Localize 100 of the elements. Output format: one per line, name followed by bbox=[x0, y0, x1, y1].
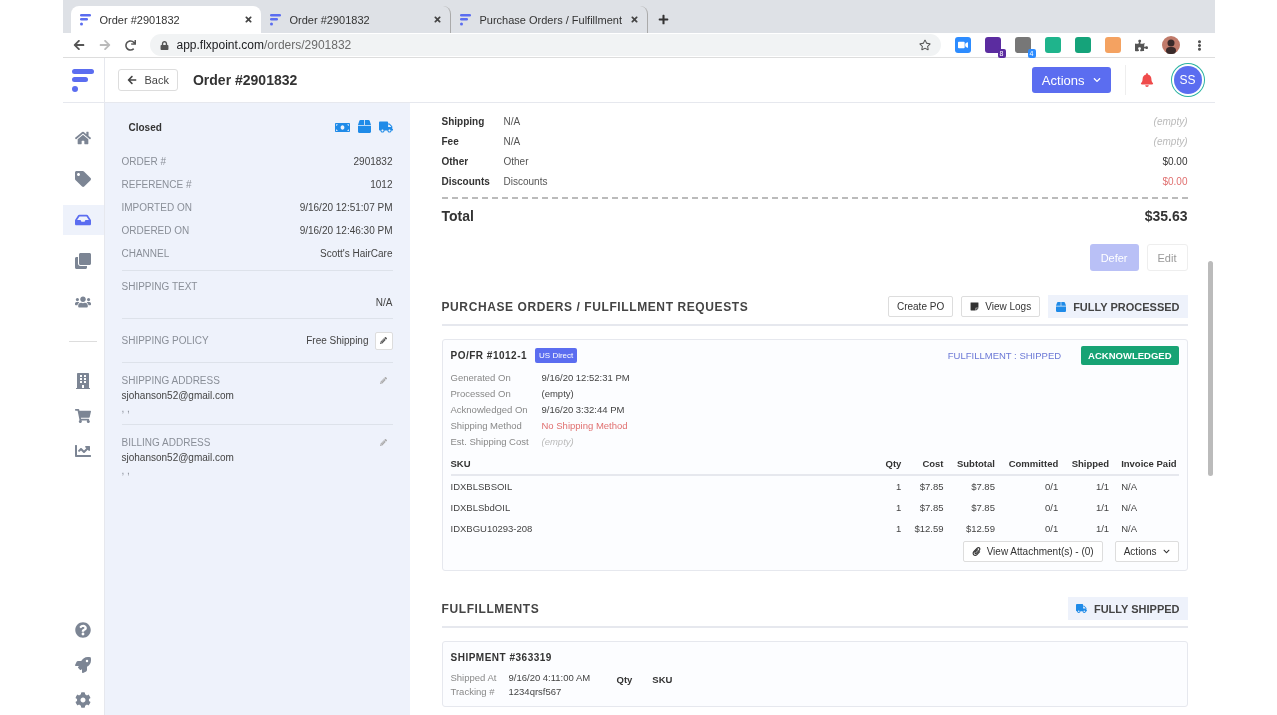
address-text: , , bbox=[121, 403, 130, 414]
table-cell: 1/1 bbox=[1058, 497, 1110, 518]
pencil-icon bbox=[380, 438, 387, 446]
copy-icon bbox=[75, 253, 91, 270]
card-title: SHIPMENT #363319 bbox=[450, 651, 552, 663]
users-icon bbox=[75, 294, 91, 311]
charge-label: Shipping bbox=[441, 115, 486, 127]
tab-logo-icon bbox=[458, 13, 472, 26]
column-header: Committed bbox=[994, 453, 1059, 475]
pencil-icon bbox=[380, 337, 387, 344]
table-cell: 1/1 bbox=[1058, 475, 1110, 497]
new-tab-icon[interactable] bbox=[657, 14, 669, 25]
close-icon[interactable] bbox=[629, 15, 639, 24]
charge-amount: $0.00 bbox=[1162, 175, 1188, 187]
field-label: IMPORTED ON bbox=[121, 202, 192, 213]
address-field[interactable]: app.flxpoint.com/orders/2901832 bbox=[149, 34, 941, 56]
table-cell: 0/1 bbox=[994, 475, 1059, 497]
field-value: 9/16/20 12:51:07 PM bbox=[299, 202, 393, 213]
table-cell: N/A bbox=[1109, 518, 1179, 539]
field-label: CHANNEL bbox=[121, 248, 170, 259]
section-title: FULFILLMENTS bbox=[441, 601, 541, 616]
field-label: REFERENCE # bbox=[121, 179, 192, 190]
view-logs-button[interactable]: View Logs bbox=[961, 296, 1041, 317]
truck-icon bbox=[378, 120, 393, 134]
extension-icon[interactable] bbox=[984, 37, 1001, 53]
tab-logo-icon bbox=[78, 13, 92, 26]
field-label: ORDERED ON bbox=[121, 225, 190, 236]
column-header: Qty bbox=[616, 674, 633, 687]
status-badge: ACKNOWLEDGED bbox=[1081, 345, 1179, 365]
charge-value: N/A bbox=[503, 115, 522, 127]
profile-avatar[interactable] bbox=[1161, 36, 1180, 54]
attachments-button[interactable]: View Attachment(s) - (0) bbox=[962, 541, 1103, 562]
detail-label: Shipped At bbox=[450, 671, 498, 683]
bell-icon[interactable] bbox=[1139, 73, 1154, 87]
column-header: Subtotal bbox=[943, 453, 995, 475]
detail-label: Shipping Method bbox=[450, 419, 523, 431]
charge-amount: (empty) bbox=[1153, 115, 1188, 127]
money-icon bbox=[334, 120, 350, 135]
table-cell: $7.85 bbox=[901, 475, 944, 497]
truck-icon bbox=[1075, 603, 1087, 614]
charge-amount: (empty) bbox=[1153, 135, 1188, 147]
detail-value: (empty) bbox=[541, 435, 574, 447]
video-icon[interactable] bbox=[954, 37, 971, 53]
star-icon[interactable] bbox=[918, 39, 931, 51]
detail-value: 9/16/20 12:52:31 PM bbox=[541, 371, 630, 383]
column-header: Shipped bbox=[1058, 453, 1110, 475]
chart-icon bbox=[75, 442, 91, 459]
table-cell: 1/1 bbox=[1058, 518, 1110, 539]
detail-value: (empty) bbox=[541, 387, 574, 399]
fulfillment-status: FULFILLMENT : SHIPPED bbox=[947, 349, 1062, 361]
back-button[interactable]: Back bbox=[117, 69, 178, 91]
close-icon[interactable] bbox=[243, 15, 253, 24]
charge-label: Fee bbox=[441, 135, 460, 147]
table-cell: $7.85 bbox=[901, 497, 944, 518]
field-value: Free Shipping bbox=[306, 335, 369, 346]
status-pill: FULLY PROCESSED bbox=[1048, 295, 1188, 318]
detail-value: 9/16/20 4:11:00 AM bbox=[508, 671, 591, 683]
logo-icon[interactable] bbox=[70, 67, 96, 93]
detail-label: Est. Shipping Cost bbox=[450, 435, 530, 447]
reload-icon[interactable] bbox=[124, 39, 136, 51]
cart-icon[interactable] bbox=[1104, 37, 1121, 53]
browser-tab[interactable]: Order #2901832 bbox=[70, 6, 261, 33]
detail-label: Generated On bbox=[450, 371, 512, 383]
help-icon bbox=[75, 622, 91, 639]
address-text: , , bbox=[121, 465, 130, 476]
actions-button[interactable]: Actions bbox=[1031, 67, 1111, 93]
chevron-down-icon bbox=[1092, 76, 1101, 84]
back-icon[interactable] bbox=[72, 39, 85, 51]
table-cell: $7.85 bbox=[943, 475, 995, 497]
create-po-button[interactable]: Create PO bbox=[887, 296, 954, 317]
lock-icon bbox=[159, 40, 169, 50]
field-value: 9/16/20 12:46:30 PM bbox=[299, 225, 393, 236]
cart-icon bbox=[75, 407, 91, 424]
table-cell: 0/1 bbox=[994, 497, 1059, 518]
nav-item[interactable] bbox=[62, 205, 104, 235]
field-label: ORDER # bbox=[121, 156, 166, 167]
section-title: PURCHASE ORDERS / FULFILLMENT REQUESTS bbox=[441, 299, 750, 314]
charge-label: Discounts bbox=[441, 175, 491, 187]
field-label: SHIPPING TEXT bbox=[121, 281, 198, 292]
settings-icon bbox=[75, 692, 91, 709]
table-cell-text: 1 bbox=[895, 501, 902, 515]
forward-icon[interactable] bbox=[98, 39, 111, 51]
edit-button[interactable] bbox=[374, 331, 393, 350]
chevron-down-icon bbox=[1162, 548, 1170, 555]
status-label: Closed bbox=[127, 121, 163, 135]
detail-label: Tracking # bbox=[450, 685, 496, 697]
table-cell: $12.59 bbox=[943, 518, 995, 539]
close-icon[interactable] bbox=[432, 15, 442, 24]
box-icon bbox=[357, 120, 371, 133]
detail-value: 1234qrsf567 bbox=[508, 685, 562, 697]
extension-icon[interactable] bbox=[1014, 37, 1031, 53]
charge-value: Discounts bbox=[503, 175, 549, 187]
column-header: Invoice Paid bbox=[1109, 453, 1179, 475]
actions-button[interactable]: Actions bbox=[1114, 541, 1179, 562]
charge-value: Other bbox=[503, 155, 530, 167]
extensions-icon[interactable] bbox=[1134, 38, 1148, 52]
user-avatar[interactable]: SS bbox=[1173, 66, 1202, 94]
field-label: SHIPPING ADDRESS bbox=[121, 374, 220, 386]
detail-value: No Shipping Method bbox=[541, 419, 628, 431]
scrollbar-thumb[interactable] bbox=[1207, 261, 1213, 476]
